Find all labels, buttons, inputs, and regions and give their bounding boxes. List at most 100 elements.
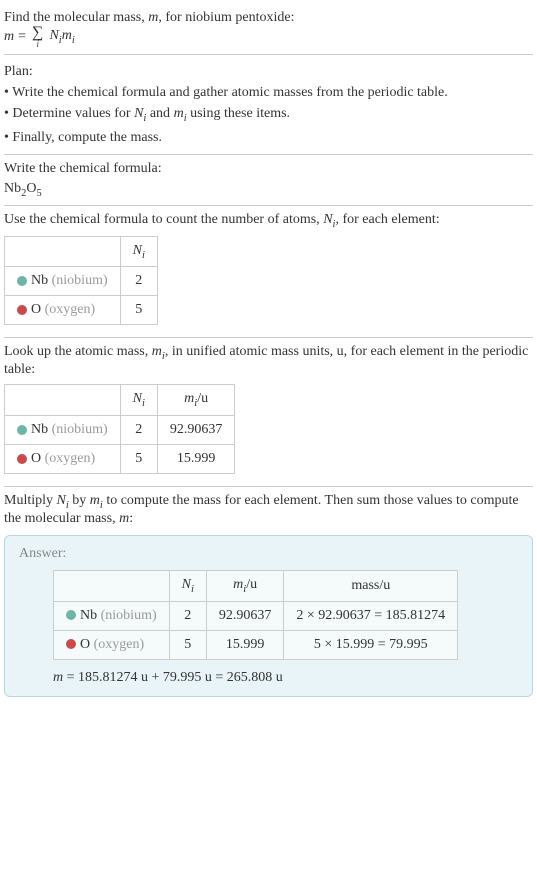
blank-header (5, 236, 121, 267)
m-header: mi/u (206, 570, 284, 601)
table-row: O (oxygen) 5 (5, 296, 158, 325)
rn-n: N (182, 577, 191, 592)
eq-m-sub: i (72, 35, 75, 46)
n-header: Ni (120, 236, 157, 267)
nb-sym: Nb (31, 422, 48, 437)
o-name: (oxygen) (41, 302, 95, 317)
eq-m: m (62, 28, 72, 43)
result-section: Multiply Ni by mi to compute the mass fo… (4, 487, 533, 703)
nb-cell: Nb (niobium) (5, 267, 121, 296)
table-row: Nb (niobium) 2 92.90637 (5, 416, 235, 445)
o-count: 5 (120, 445, 157, 474)
m-header: mi/u (157, 385, 235, 416)
blank-header (54, 570, 170, 601)
mn-n: N (133, 391, 142, 406)
rh-suffix: : (129, 511, 133, 526)
answer-box: Answer: Ni mi/u mass/u Nb (niobium) 2 92… (4, 535, 533, 697)
ch-n: N (323, 212, 332, 227)
nb-sym: Nb (80, 608, 97, 623)
rm-m: m (233, 577, 243, 592)
final-result: m = 185.81274 u + 79.995 u = 265.808 u (53, 670, 518, 686)
plan-heading: Plan: (4, 61, 533, 82)
table-row: O (oxygen) 5 15.999 5 × 15.999 = 79.995 (54, 630, 458, 659)
nb-sym: Nb (31, 273, 48, 288)
o-calc: 5 × 15.999 = 79.995 (284, 630, 458, 659)
eq-equals: = (18, 29, 26, 45)
mass-equation: m = ∑ i Nimi (4, 26, 533, 48)
nh-n: N (133, 243, 142, 258)
plan-bullet-3: • Finally, compute the mass. (4, 127, 533, 148)
rh-prefix: Multiply (4, 493, 57, 508)
intro-suffix: , for niobium pentoxide: (158, 10, 294, 25)
nb-name: (niobium) (97, 608, 157, 623)
nh-sub: i (142, 249, 145, 260)
mn-sub: i (142, 398, 145, 409)
blank-header (5, 385, 121, 416)
eq-n: N (49, 28, 58, 43)
ch-suffix: , for each element: (335, 212, 439, 227)
table-row: Ni (5, 236, 158, 267)
rh-m: m (90, 493, 100, 508)
plan-bullet-1: • Write the chemical formula and gather … (4, 82, 533, 103)
final-var: m (53, 670, 63, 685)
plan-bullet-2: • Determine values for Ni and mi using t… (4, 103, 533, 127)
nb-dot-icon (17, 276, 27, 286)
o-mass: 15.999 (157, 445, 235, 474)
o-sym: O (31, 302, 41, 317)
nb-calc: 2 × 92.90637 = 185.81274 (284, 601, 458, 630)
table-row: Nb (niobium) 2 92.90637 2 × 92.90637 = 1… (54, 601, 458, 630)
table-row: Nb (niobium) 2 (5, 267, 158, 296)
chemical-formula: Nb2O5 (4, 181, 533, 199)
mh-prefix: Look up the atomic mass, (4, 344, 152, 359)
o-dot-icon (17, 454, 27, 464)
mh-m: m (152, 344, 162, 359)
nb-name: (niobium) (48, 273, 108, 288)
nb-count: 2 (169, 601, 206, 630)
mm-unit: /u (197, 391, 208, 406)
nb-dot-icon (17, 425, 27, 435)
intro-section: Find the molecular mass, m , for niobium … (4, 4, 533, 55)
ch-prefix: Use the chemical formula to count the nu… (4, 212, 323, 227)
rn-sub: i (191, 584, 194, 595)
count-table: Ni Nb (niobium) 2 O (oxygen) 5 (4, 236, 158, 326)
eq-rhs: Nimi (49, 28, 74, 46)
answer-content: Ni mi/u mass/u Nb (niobium) 2 92.90637 2… (19, 570, 518, 686)
table-row: O (oxygen) 5 15.999 (5, 445, 235, 474)
rh-n: N (57, 493, 66, 508)
b2-prefix: • Determine values for (4, 106, 134, 121)
formula-nb: Nb (4, 181, 21, 196)
o-sym: O (80, 637, 90, 652)
nb-name: (niobium) (48, 422, 108, 437)
nb-count: 2 (120, 267, 157, 296)
intro-prefix: Find the molecular mass, (4, 10, 148, 25)
formula-section: Write the chemical formula: Nb2O5 (4, 155, 533, 206)
final-eq: = 185.81274 u + 79.995 u = 265.808 u (63, 670, 283, 685)
b2-and: and (146, 106, 173, 121)
result-table: Ni mi/u mass/u Nb (niobium) 2 92.90637 2… (53, 570, 458, 660)
o-cell: O (oxygen) (5, 445, 121, 474)
count-heading: Use the chemical formula to count the nu… (4, 212, 533, 230)
o-sym: O (31, 451, 41, 466)
o-dot-icon (17, 305, 27, 315)
o-dot-icon (66, 639, 76, 649)
nb-count: 2 (120, 416, 157, 445)
eq-lhs: m (4, 29, 14, 45)
mass-section: Look up the atomic mass, mi, in unified … (4, 338, 533, 487)
nb-cell: Nb (niobium) (5, 416, 121, 445)
formula-o-sub: 5 (37, 188, 42, 199)
n-header: Ni (120, 385, 157, 416)
sigma-sub: i (36, 40, 39, 48)
o-cell: O (oxygen) (54, 630, 170, 659)
nb-dot-icon (66, 610, 76, 620)
o-mass: 15.999 (206, 630, 284, 659)
answer-label: Answer: (19, 546, 518, 562)
count-section: Use the chemical formula to count the nu… (4, 206, 533, 339)
n-header: Ni (169, 570, 206, 601)
table-row: Ni mi/u (5, 385, 235, 416)
result-heading: Multiply Ni by mi to compute the mass fo… (4, 493, 533, 527)
rh-var: m (119, 511, 129, 526)
nb-mass: 92.90637 (206, 601, 284, 630)
nb-mass: 92.90637 (157, 416, 235, 445)
formula-heading: Write the chemical formula: (4, 161, 533, 177)
sigma-symbol: ∑ i (32, 26, 43, 48)
